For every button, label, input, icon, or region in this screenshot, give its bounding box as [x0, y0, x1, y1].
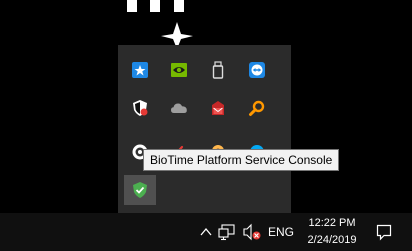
tooltip: BioTime Platform Service Console [143, 149, 340, 171]
language-indicator[interactable]: ENG [268, 223, 294, 241]
action-center-icon[interactable] [376, 223, 392, 241]
teamviewer-icon[interactable] [246, 59, 268, 81]
nvidia-icon[interactable] [168, 59, 190, 81]
mail-icon[interactable] [207, 97, 229, 119]
security-shield-icon[interactable] [129, 97, 151, 119]
shield-check-icon[interactable] [124, 175, 156, 205]
tray-overflow-panel [118, 45, 291, 213]
clock-date: 2/24/2019 [307, 234, 357, 246]
desktop-decoration [127, 0, 137, 12]
usb-drive-icon[interactable] [207, 59, 229, 81]
clock[interactable]: 12:22 PM 2/24/2019 [300, 215, 364, 249]
desktop-decoration [150, 0, 160, 12]
taskbar: ENG 12:22 PM 2/24/2019 [0, 213, 412, 251]
volume-muted-icon[interactable] [242, 223, 262, 241]
star-app-icon[interactable] [129, 59, 151, 81]
network-icon[interactable] [218, 223, 236, 241]
onedrive-cloud-icon[interactable] [168, 97, 190, 119]
chevron-up-icon[interactable] [199, 222, 213, 242]
clock-time: 12:22 PM [308, 217, 356, 229]
search-tool-icon[interactable] [246, 97, 268, 119]
desktop-decoration [174, 0, 184, 12]
